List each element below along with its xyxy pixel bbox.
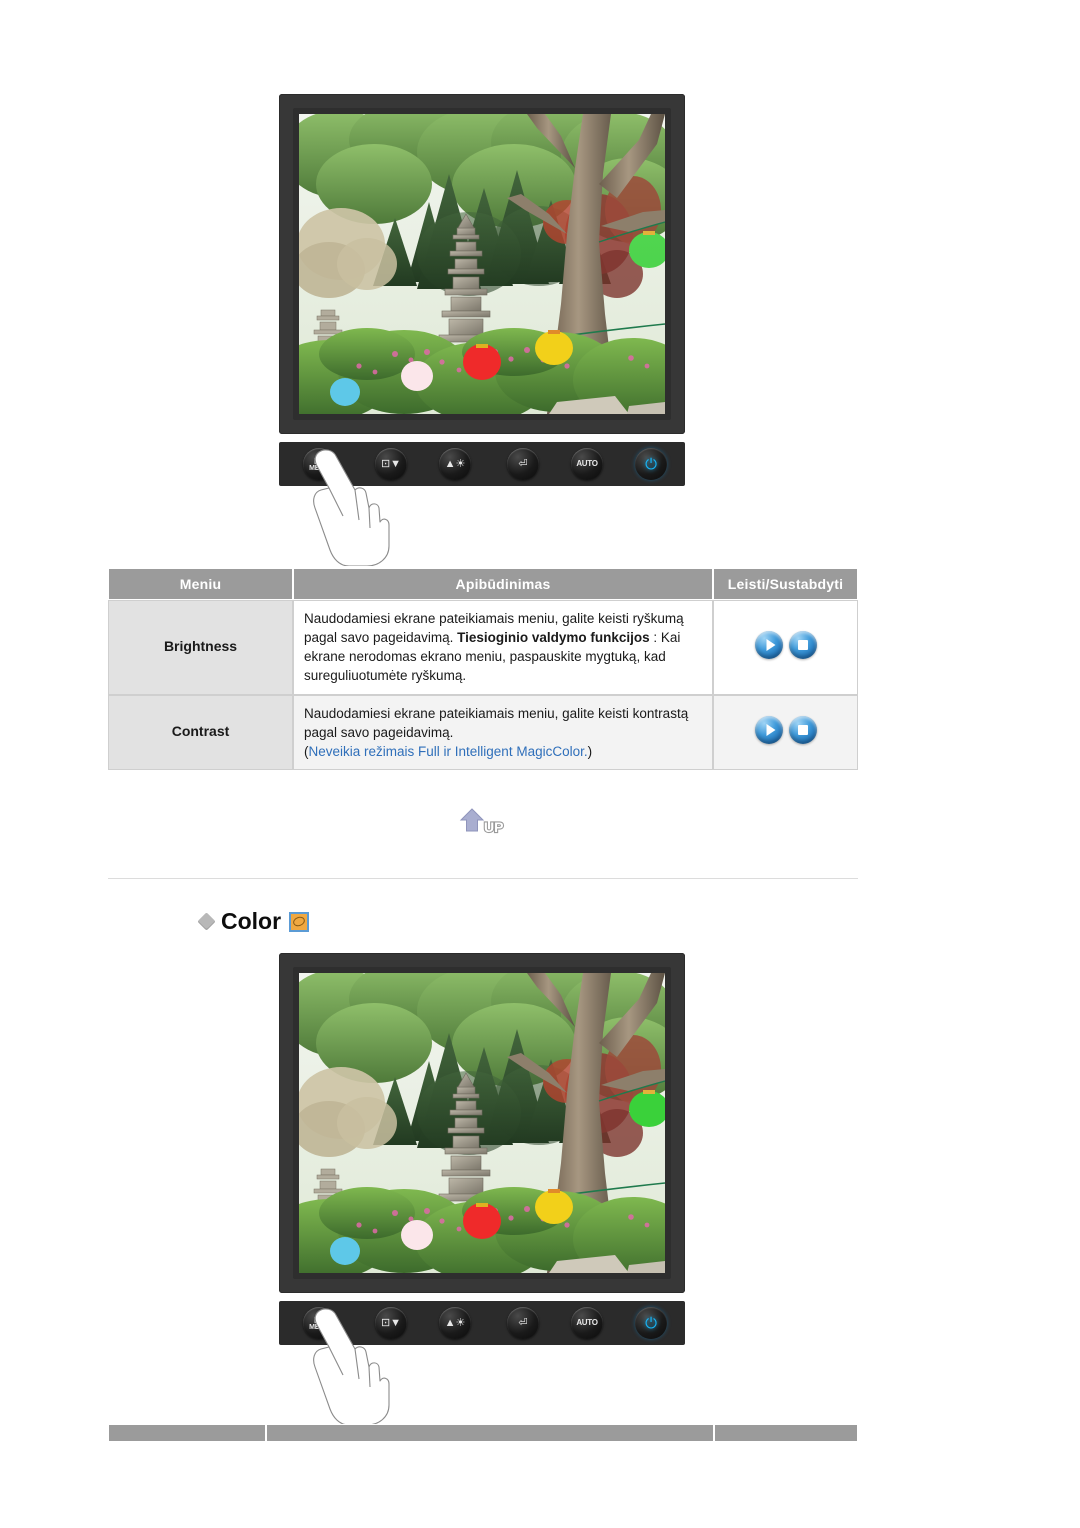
monitor-control-bar: ▮▮▮ MENU ⊡▼ ▲☀ ⏎ AUTO ⏻ xyxy=(279,1301,685,1345)
table-header-row: Meniu Apibūdinimas Leisti/Sustabdyti xyxy=(108,568,858,600)
monitor-frame xyxy=(279,94,685,434)
monitor-figure-color: ▮▮▮ MENU ⊡▼ ▲☀ ⏎ AUTO ⏻ xyxy=(279,953,685,1425)
description-brightness: Naudodamiesi ekrane pateikiamais meniu, … xyxy=(293,600,713,695)
monitor-bezel xyxy=(293,108,671,420)
source-down-icon: ⊡▼ xyxy=(380,1316,402,1329)
palette-ring xyxy=(291,915,307,928)
menu-button[interactable]: ▮▮▮ MENU xyxy=(303,448,335,480)
footer-cell-2 xyxy=(266,1424,714,1442)
garden-photo xyxy=(299,114,665,414)
monitor-bezel xyxy=(293,967,671,1279)
note-magiccolor: Neveikia režimais Full ir Intelligent Ma… xyxy=(308,743,588,759)
diamond-bullet-icon xyxy=(197,912,216,931)
power-icon: ⏻ xyxy=(645,1314,657,1332)
brightness-button[interactable]: ▲☀ xyxy=(439,1307,471,1339)
auto-label: AUTO xyxy=(576,459,598,468)
power-button[interactable]: ⏻ xyxy=(635,1307,667,1339)
source-down-button[interactable]: ⊡▼ xyxy=(375,1307,407,1339)
menu-label-brightness: Brightness xyxy=(108,600,293,695)
up-label: UP xyxy=(484,819,503,835)
controls-contrast xyxy=(713,694,858,771)
table-row-brightness: Brightness Naudodamiesi ekrane pateikiam… xyxy=(108,600,858,695)
garden-photo xyxy=(299,973,665,1273)
brightness-icon: ▲☀ xyxy=(444,457,466,470)
power-button[interactable]: ⏻ xyxy=(635,448,667,480)
brightness-contrast-table: Meniu Apibūdinimas Leisti/Sustabdyti Bri… xyxy=(108,568,858,771)
menu-bars-icon: ▮▮▮ MENU xyxy=(309,1314,329,1331)
header-leisti-sustabdyti: Leisti/Sustabdyti xyxy=(713,568,858,600)
controls-brightness xyxy=(713,600,858,695)
monitor-figure-brightness: ▮▮▮ MENU ⊡▼ ▲☀ ⏎ AUTO ⏻ xyxy=(279,94,685,566)
menu-bars-icon: ▮▮▮ MENU xyxy=(309,455,329,472)
desc-line-1: Naudodamiesi ekrane pateikiamais meniu, … xyxy=(304,705,689,740)
play-button[interactable] xyxy=(754,715,783,744)
source-down-button[interactable]: ⊡▼ xyxy=(375,448,407,480)
menu-button[interactable]: ▮▮▮ MENU xyxy=(303,1307,335,1339)
monitor-control-bar: ▮▮▮ MENU ⊡▼ ▲☀ ⏎ AUTO ⏻ xyxy=(279,442,685,486)
power-icon: ⏻ xyxy=(645,455,657,473)
footer-cell-1 xyxy=(108,1424,266,1442)
auto-button[interactable]: AUTO xyxy=(571,1307,603,1339)
enter-button[interactable]: ⏎ xyxy=(507,1307,539,1339)
stop-button[interactable] xyxy=(788,630,817,659)
play-button[interactable] xyxy=(754,630,783,659)
source-down-icon: ⊡▼ xyxy=(380,457,402,470)
auto-label: AUTO xyxy=(576,1318,598,1327)
monitor-screen xyxy=(299,114,665,414)
monitor-frame xyxy=(279,953,685,1293)
enter-icon: ⏎ xyxy=(518,1316,528,1329)
section-heading-color: Color xyxy=(197,908,310,935)
footer-cell-3 xyxy=(714,1424,858,1442)
enter-button[interactable]: ⏎ xyxy=(507,448,539,480)
description-contrast: Naudodamiesi ekrane pateikiamais meniu, … xyxy=(293,694,713,771)
brightness-icon: ▲☀ xyxy=(444,1316,466,1329)
section-divider xyxy=(108,878,858,879)
page-footer-bar xyxy=(108,1424,858,1442)
desc-bold-label: Tiesioginio valdymo funkcijos xyxy=(457,630,650,646)
brightness-button[interactable]: ▲☀ xyxy=(439,448,471,480)
menu-label-contrast: Contrast xyxy=(108,694,293,771)
enter-icon: ⏎ xyxy=(518,457,528,470)
up-arrow-icon: UP xyxy=(459,808,505,836)
monitor-screen xyxy=(299,973,665,1273)
header-meniu: Meniu xyxy=(108,568,293,600)
up-scroll-button[interactable]: UP xyxy=(458,806,506,838)
header-apibudinimas: Apibūdinimas xyxy=(293,568,713,600)
table-row-contrast: Contrast Naudodamiesi ekrane pateikiamai… xyxy=(108,694,858,771)
note-close-paren: ) xyxy=(587,743,593,759)
color-palette-icon xyxy=(289,911,310,932)
auto-button[interactable]: AUTO xyxy=(571,448,603,480)
page-title: Color xyxy=(221,908,282,934)
stop-button[interactable] xyxy=(788,715,817,744)
